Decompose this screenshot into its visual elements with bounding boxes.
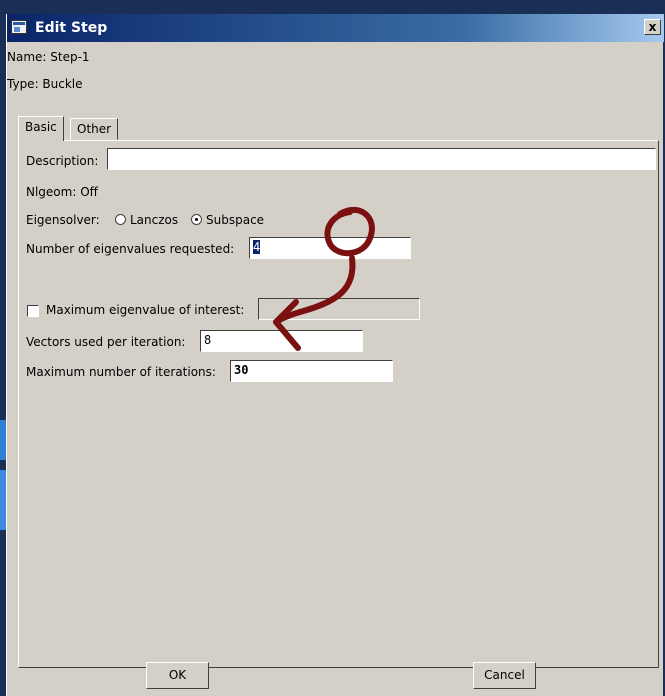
title-bar[interactable]: Edit Step x <box>7 14 664 42</box>
max-eigenvalue-checkbox[interactable] <box>27 305 39 317</box>
window-icon <box>11 20 27 34</box>
eigensolver-option-subspace[interactable]: Subspace <box>191 213 264 227</box>
description-field[interactable] <box>107 148 656 170</box>
nlgeom-label: Nlgeom: Off <box>26 185 98 199</box>
max-iterations-label: Maximum number of iterations: <box>26 365 216 379</box>
vectors-label: Vectors used per iteration: <box>26 335 186 349</box>
edit-step-dialog: Edit Step x Name: Step-1 Type: Buckle Ba… <box>6 14 664 696</box>
ok-button[interactable]: OK <box>146 662 209 689</box>
step-type: Type: Buckle <box>7 77 83 91</box>
step-name: Name: Step-1 <box>7 50 90 64</box>
max-eigenvalue-label: Maximum eigenvalue of interest: <box>46 303 245 317</box>
vectors-field[interactable]: 8 <box>200 330 363 352</box>
num-eigenvalues-value: 4 <box>253 240 261 254</box>
basic-tab-panel: Description: Nlgeom: Off Eigensolver: La… <box>18 140 659 668</box>
num-eigenvalues-field[interactable]: 4 <box>249 237 411 259</box>
eigensolver-option-lanczos[interactable]: Lanczos <box>115 213 178 227</box>
tab-other-label: Other <box>77 122 112 136</box>
tab-other[interactable]: Other <box>70 118 119 140</box>
max-iterations-field[interactable]: 30 <box>230 360 393 382</box>
close-icon: x <box>648 20 657 34</box>
subspace-radio[interactable] <box>191 214 202 225</box>
description-label: Description: <box>26 154 99 168</box>
lanczos-radio[interactable] <box>115 214 126 225</box>
num-eigenvalues-label: Number of eigenvalues requested: <box>26 242 235 256</box>
window-title: Edit Step <box>35 20 108 36</box>
max-eigenvalue-field[interactable] <box>258 298 420 320</box>
cancel-button[interactable]: Cancel <box>473 662 536 689</box>
eigensolver-label: Eigensolver: <box>26 213 100 227</box>
close-button[interactable]: x <box>644 19 661 35</box>
tab-basic[interactable]: Basic <box>18 116 64 141</box>
subspace-label: Subspace <box>206 213 265 227</box>
lanczos-label: Lanczos <box>130 213 179 227</box>
tab-basic-label: Basic <box>25 120 57 134</box>
